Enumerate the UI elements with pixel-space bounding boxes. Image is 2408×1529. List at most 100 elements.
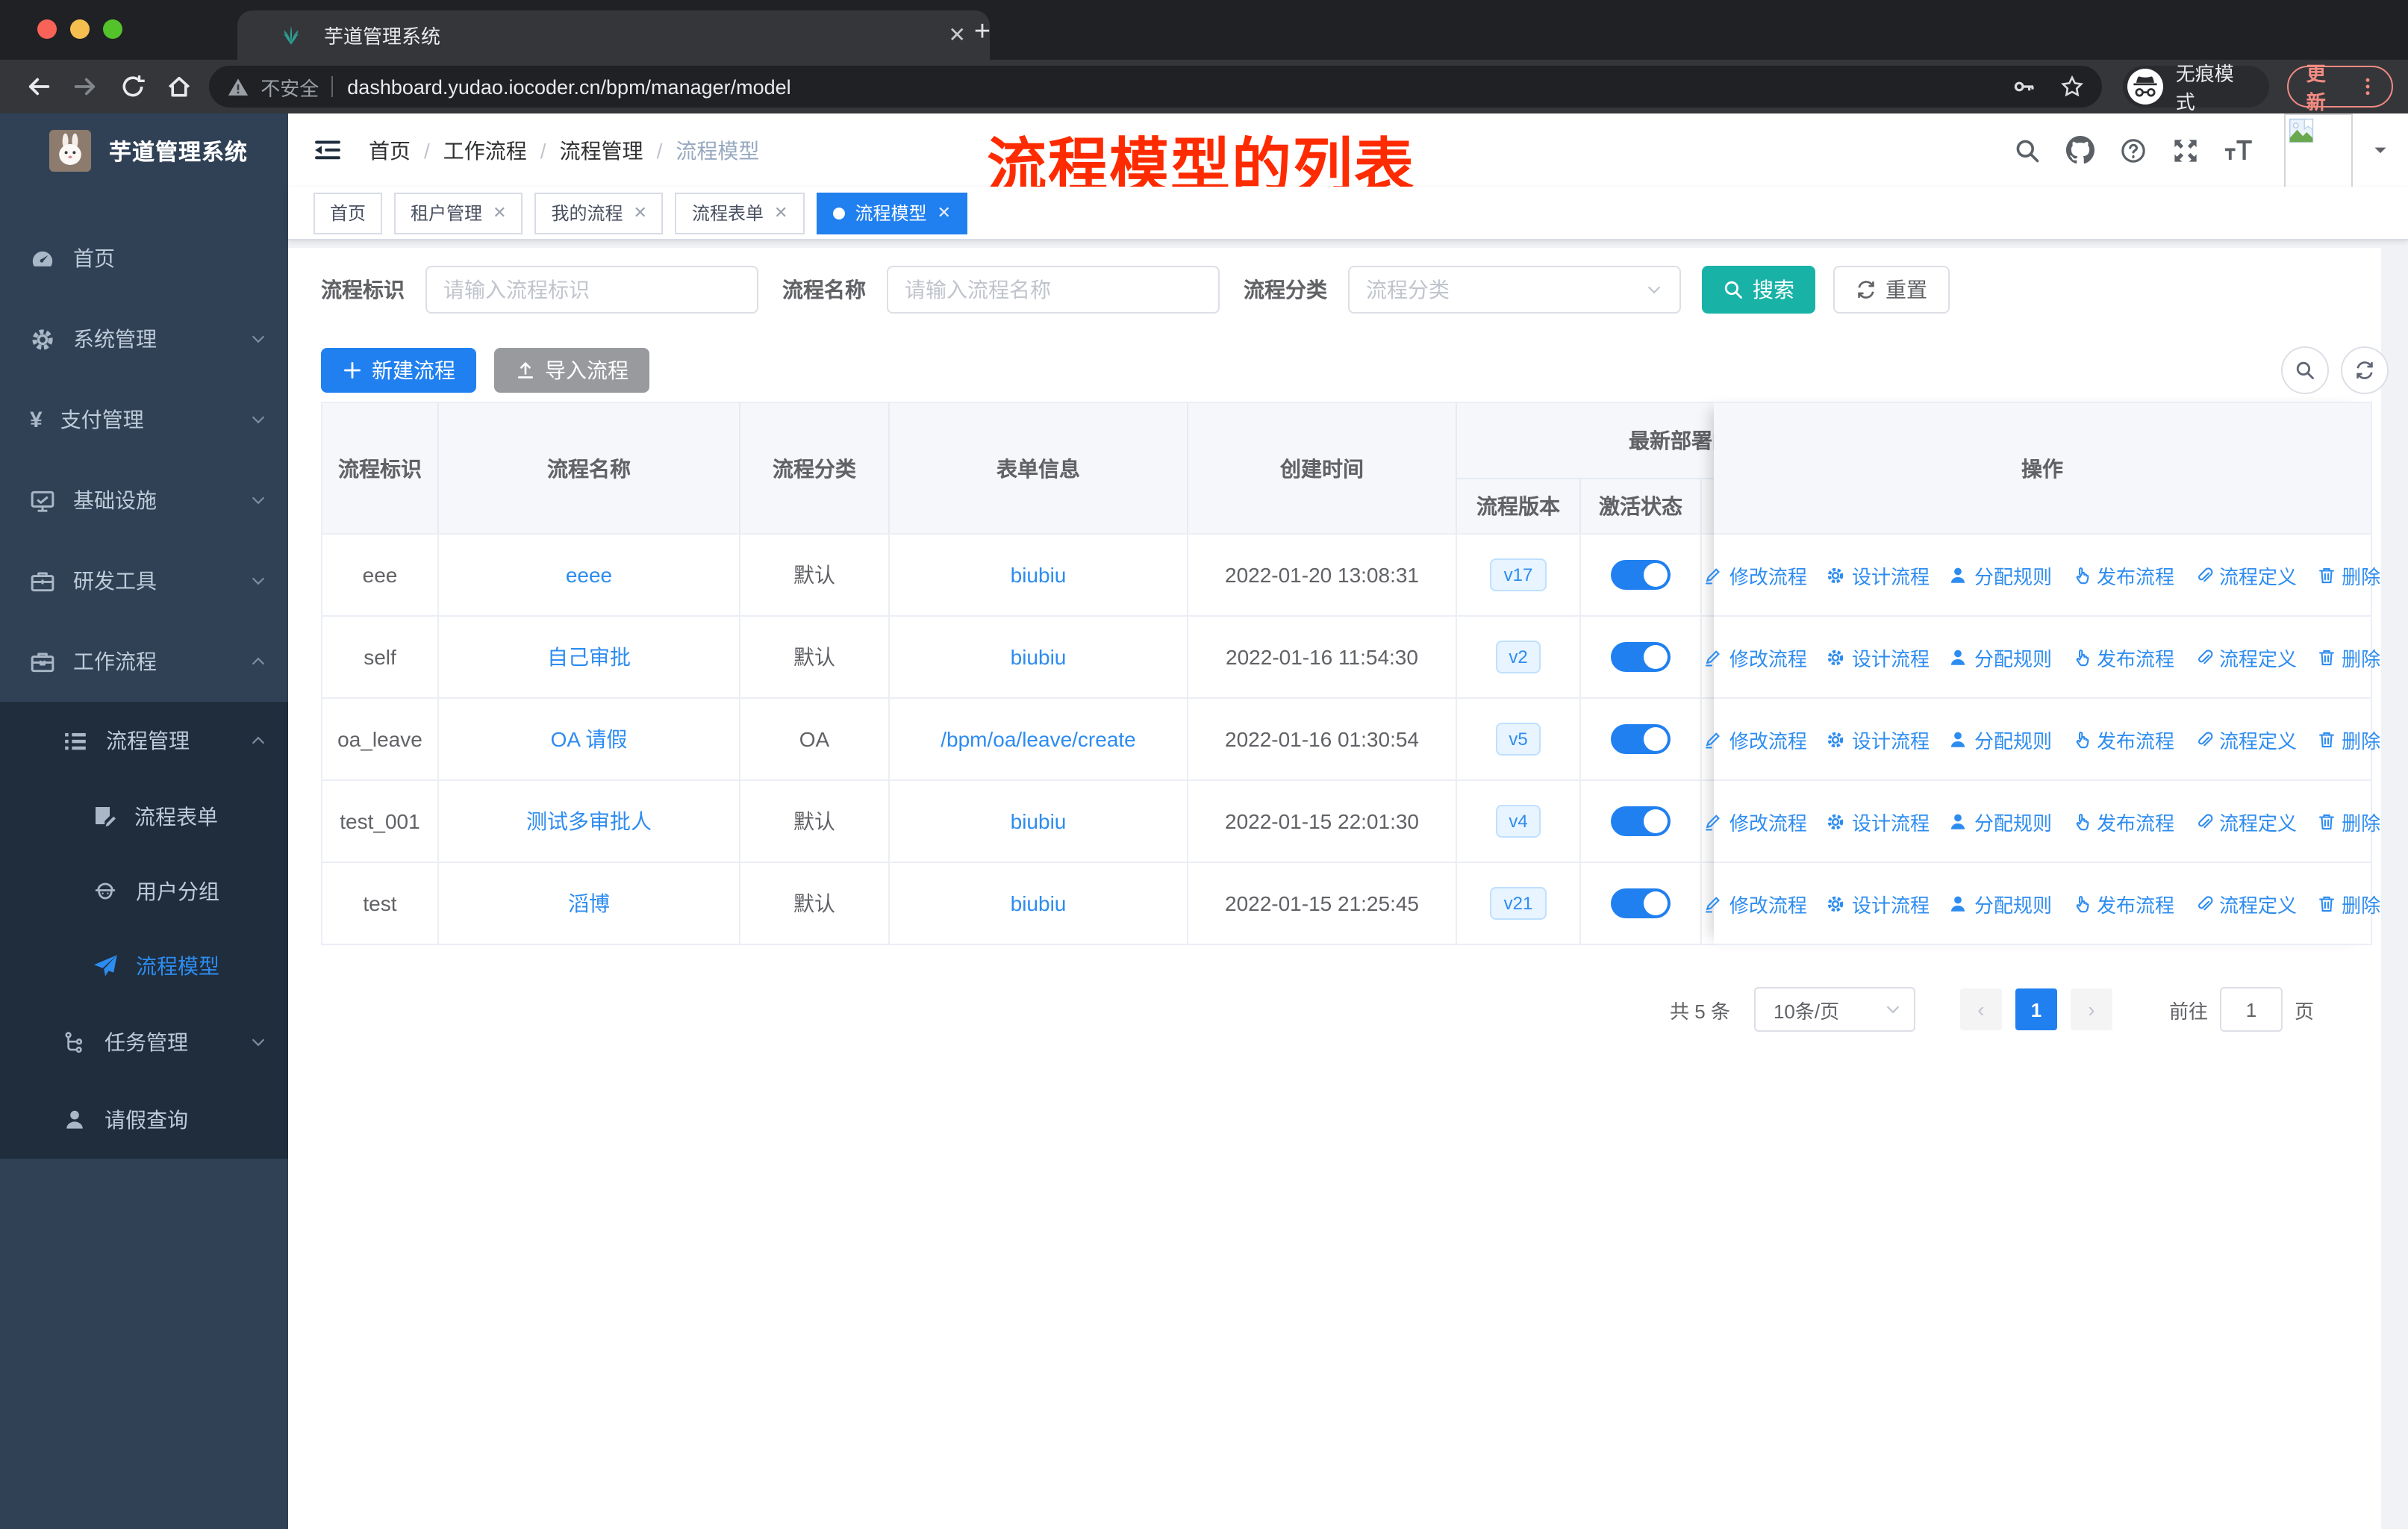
- action-设计流程[interactable]: 设计流程: [1827, 807, 1930, 835]
- minimize-window-button[interactable]: [70, 19, 90, 39]
- search-icon[interactable]: [2014, 137, 2041, 164]
- sidebar-item-工作流程[interactable]: 工作流程: [0, 621, 288, 702]
- active-status-toggle[interactable]: [1611, 560, 1671, 590]
- process-key-input[interactable]: 请输入流程标识: [425, 266, 758, 314]
- process-name-link[interactable]: eeee: [566, 563, 612, 587]
- forward-icon[interactable]: [62, 63, 109, 110]
- import-process-button[interactable]: 导入流程: [494, 348, 649, 393]
- action-设计流程[interactable]: 设计流程: [1827, 561, 1930, 589]
- action-流程定义[interactable]: 流程定义: [2194, 889, 2297, 918]
- active-status-toggle[interactable]: [1611, 642, 1671, 672]
- action-分配规则[interactable]: 分配规则: [1949, 725, 2052, 753]
- action-修改流程[interactable]: 修改流程: [1704, 725, 1807, 753]
- sidebar-item-支付管理[interactable]: ¥ 支付管理: [0, 379, 288, 460]
- action-发布流程[interactable]: 发布流程: [2071, 889, 2174, 918]
- action-流程定义[interactable]: 流程定义: [2194, 561, 2297, 589]
- action-修改流程[interactable]: 修改流程: [1704, 807, 1807, 835]
- tag-流程表单[interactable]: 流程表单 ✕: [675, 192, 805, 234]
- action-分配规则[interactable]: 分配规则: [1949, 643, 2052, 671]
- key-icon[interactable]: [2013, 75, 2037, 99]
- collapse-sidebar-icon[interactable]: [314, 137, 342, 163]
- active-status-toggle[interactable]: [1611, 806, 1671, 836]
- avatar-caret-icon[interactable]: [2372, 142, 2389, 158]
- process-name-link[interactable]: 滔博: [568, 888, 610, 918]
- action-修改流程[interactable]: 修改流程: [1704, 561, 1807, 589]
- search-button[interactable]: 搜索: [1702, 266, 1815, 314]
- tag-首页[interactable]: 首页: [314, 192, 383, 234]
- action-分配规则[interactable]: 分配规则: [1949, 889, 2052, 918]
- sidebar-item-首页[interactable]: 首页: [0, 218, 288, 299]
- close-window-button[interactable]: [37, 19, 57, 39]
- github-icon[interactable]: [2066, 136, 2094, 164]
- url-text[interactable]: dashboard.yudao.iocoder.cn/bpm/manager/m…: [347, 75, 790, 98]
- action-设计流程[interactable]: 设计流程: [1827, 725, 1930, 753]
- tag-close-icon[interactable]: ✕: [493, 203, 506, 222]
- bookmark-star-icon[interactable]: [2061, 75, 2085, 99]
- user-avatar[interactable]: [2284, 113, 2353, 187]
- action-流程定义[interactable]: 流程定义: [2194, 643, 2297, 671]
- tag-流程模型[interactable]: 流程模型 ✕: [816, 192, 967, 234]
- reload-icon[interactable]: [109, 63, 156, 110]
- active-status-toggle[interactable]: [1611, 724, 1671, 754]
- new-tab-button[interactable]: +: [963, 13, 1002, 52]
- reset-button[interactable]: 重置: [1833, 266, 1950, 314]
- address-bar[interactable]: 不安全 dashboard.yudao.iocoder.cn/bpm/manag…: [208, 66, 2103, 108]
- sidebar-item-流程模型[interactable]: 流程模型: [0, 929, 288, 1003]
- form-info-link[interactable]: biubiu: [1011, 645, 1067, 669]
- action-删除[interactable]: 删除: [2316, 561, 2380, 589]
- current-page-button[interactable]: 1: [2015, 988, 2057, 1030]
- action-分配规则[interactable]: 分配规则: [1949, 561, 2052, 589]
- process-category-select[interactable]: 流程分类: [1348, 266, 1681, 314]
- fullscreen-icon[interactable]: [2172, 137, 2199, 164]
- font-size-icon[interactable]: [2224, 139, 2253, 161]
- security-label[interactable]: 不安全: [261, 72, 319, 101]
- process-name-input[interactable]: 请输入流程名称: [887, 266, 1220, 314]
- tag-close-icon[interactable]: ✕: [937, 203, 950, 222]
- update-chrome-button[interactable]: 更新: [2286, 63, 2393, 113]
- breadcrumb-home[interactable]: 首页: [369, 135, 411, 165]
- action-分配规则[interactable]: 分配规则: [1949, 807, 2052, 835]
- form-info-link[interactable]: biubiu: [1011, 563, 1067, 587]
- active-status-toggle[interactable]: [1611, 888, 1671, 918]
- page-size-select[interactable]: 10条/页: [1753, 987, 1915, 1032]
- refresh-table-button[interactable]: [2341, 346, 2389, 394]
- sidebar-item-研发工具[interactable]: 研发工具: [0, 541, 288, 621]
- create-process-button[interactable]: 新建流程: [321, 348, 476, 393]
- action-修改流程[interactable]: 修改流程: [1704, 643, 1807, 671]
- action-删除[interactable]: 删除: [2316, 725, 2380, 753]
- action-设计流程[interactable]: 设计流程: [1827, 889, 1930, 918]
- action-发布流程[interactable]: 发布流程: [2071, 807, 2174, 835]
- action-删除[interactable]: 删除: [2316, 643, 2380, 671]
- next-page-button[interactable]: ›: [2070, 988, 2112, 1030]
- action-设计流程[interactable]: 设计流程: [1827, 643, 1930, 671]
- process-name-link[interactable]: OA 请假: [551, 724, 628, 754]
- action-删除[interactable]: 删除: [2316, 889, 2380, 918]
- browser-tab[interactable]: 芋道管理系统 ✕: [237, 10, 990, 60]
- sidebar-item-流程管理[interactable]: 流程管理: [0, 702, 288, 779]
- action-修改流程[interactable]: 修改流程: [1704, 889, 1807, 918]
- breadcrumb-workflow[interactable]: 工作流程: [443, 135, 527, 165]
- breadcrumb-process-manage[interactable]: 流程管理: [560, 135, 643, 165]
- tag-close-icon[interactable]: ✕: [634, 203, 647, 222]
- action-发布流程[interactable]: 发布流程: [2071, 561, 2174, 589]
- tag-我的流程[interactable]: 我的流程 ✕: [534, 192, 664, 234]
- help-icon[interactable]: [2120, 137, 2147, 164]
- tag-close-icon[interactable]: ✕: [774, 203, 787, 222]
- back-icon[interactable]: [15, 63, 62, 110]
- action-流程定义[interactable]: 流程定义: [2194, 807, 2297, 835]
- process-name-link[interactable]: 测试多审批人: [526, 806, 652, 836]
- sidebar-item-用户分组[interactable]: 用户分组: [0, 854, 288, 929]
- prev-page-button[interactable]: ‹: [1959, 988, 2002, 1030]
- home-icon[interactable]: [155, 63, 202, 110]
- form-info-link[interactable]: /bpm/oa/leave/create: [941, 727, 1136, 751]
- tag-租户管理[interactable]: 租户管理 ✕: [394, 192, 523, 234]
- kebab-menu-icon[interactable]: [2357, 76, 2378, 97]
- sidebar-item-系统管理[interactable]: 系统管理: [0, 299, 288, 379]
- action-流程定义[interactable]: 流程定义: [2194, 725, 2297, 753]
- zoom-window-button[interactable]: [103, 19, 122, 39]
- form-info-link[interactable]: biubiu: [1011, 809, 1067, 833]
- action-发布流程[interactable]: 发布流程: [2071, 725, 2174, 753]
- sidebar-item-基础设施[interactable]: 基础设施: [0, 460, 288, 541]
- show-search-button[interactable]: [2281, 346, 2329, 394]
- process-name-link[interactable]: 自己审批: [547, 642, 631, 672]
